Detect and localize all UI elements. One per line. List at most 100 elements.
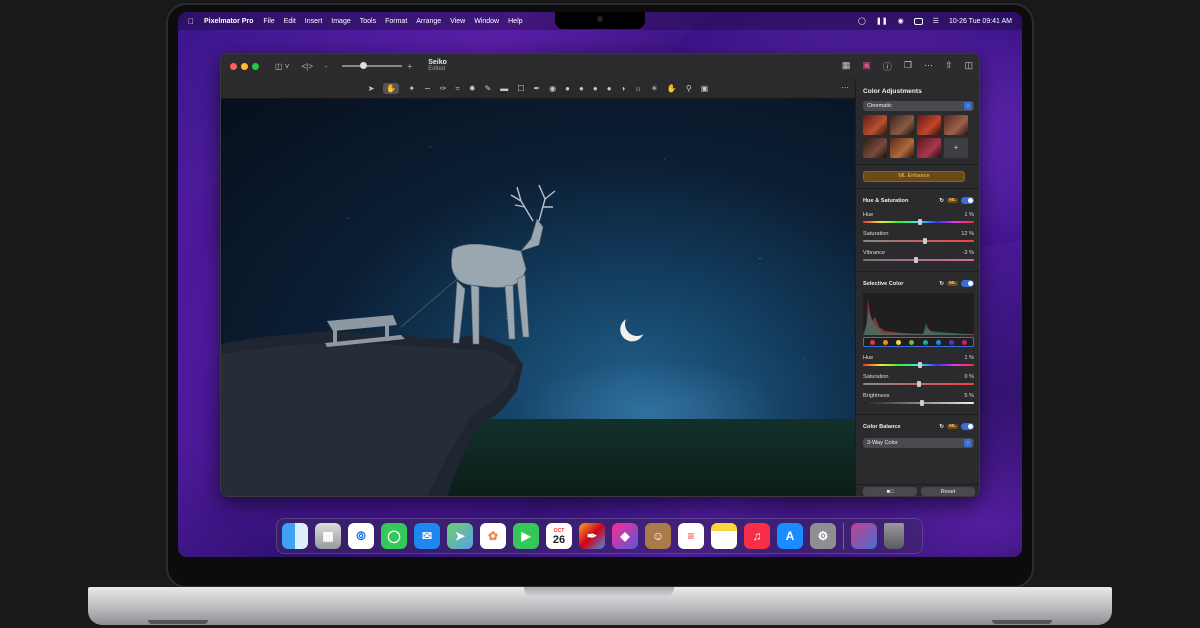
- battery-icon[interactable]: [913, 17, 923, 25]
- compare-toggle-button[interactable]: ■□: [863, 487, 917, 496]
- hue-slider[interactable]: [863, 219, 974, 225]
- compare-icon[interactable]: <|>: [301, 62, 312, 71]
- arrow-tool-icon[interactable]: ➤: [368, 84, 375, 93]
- effects-icon[interactable]: ◉: [549, 84, 556, 93]
- selective-saturation-slider[interactable]: [863, 381, 974, 387]
- downloads-stack-icon[interactable]: [851, 523, 877, 549]
- close-button[interactable]: [230, 62, 237, 70]
- finder-icon[interactable]: [282, 523, 308, 549]
- selective-brightness-slider[interactable]: [863, 400, 974, 406]
- pause-status-icon[interactable]: ❚❚: [876, 17, 888, 25]
- pen-icon[interactable]: ✒: [533, 84, 540, 93]
- slider-value[interactable]: 12 %: [961, 231, 974, 237]
- reset-icon[interactable]: ↻: [939, 424, 944, 430]
- maps-icon[interactable]: ➤: [447, 523, 473, 549]
- share-icon[interactable]: ⇧: [945, 60, 953, 73]
- saturation-slider[interactable]: [863, 238, 974, 244]
- blue-swatch[interactable]: [935, 339, 941, 345]
- preset-thumbnail[interactable]: [917, 115, 941, 135]
- red-swatch[interactable]: [870, 339, 876, 345]
- menu-format[interactable]: Format: [385, 18, 407, 25]
- vibrance-slider[interactable]: [863, 257, 974, 263]
- eyedropper-icon[interactable]: ✎: [485, 84, 492, 93]
- contrast-icon[interactable]: ◑: [621, 84, 626, 93]
- reset-icon[interactable]: ↻: [939, 198, 944, 204]
- magic-select-icon[interactable]: ✦: [408, 84, 415, 93]
- sidebar-right-icon[interactable]: ◫: [964, 60, 973, 73]
- preset-thumbnail[interactable]: [917, 138, 941, 158]
- photos-icon[interactable]: ✿: [480, 523, 506, 549]
- menu-help[interactable]: Help: [508, 18, 522, 25]
- mail-icon[interactable]: ✉: [414, 523, 440, 549]
- brush-icon[interactable]: ✑: [440, 84, 447, 93]
- tool-options-icon[interactable]: ⋯: [841, 83, 849, 92]
- fill-icon[interactable]: ☐: [517, 84, 524, 93]
- slider-thumb[interactable]: [916, 381, 921, 387]
- preset-select[interactable]: Cinematic ↕: [863, 101, 974, 111]
- orange-swatch[interactable]: [883, 339, 889, 345]
- sidebar-toggle-icon[interactable]: ◫ ˅: [275, 62, 289, 71]
- slider-value[interactable]: -3 %: [962, 250, 974, 256]
- trash-icon[interactable]: [884, 523, 904, 549]
- grid-icon[interactable]: ▦: [842, 60, 851, 73]
- paint-icon[interactable]: ∽: [424, 84, 431, 93]
- select-tool-icon[interactable]: ✋: [383, 82, 400, 94]
- color-balance-mode-select[interactable]: 3-Way Color ↕: [863, 438, 974, 448]
- yellow-swatch[interactable]: [896, 339, 902, 345]
- retouch-icon[interactable]: ✹: [469, 84, 476, 93]
- crop-icon[interactable]: ▣: [701, 84, 709, 93]
- slider-value[interactable]: 1 %: [964, 355, 974, 361]
- notes-icon[interactable]: [711, 523, 737, 549]
- launchpad-icon[interactable]: ▦: [315, 523, 341, 549]
- blur-icon[interactable]: ●: [565, 84, 570, 93]
- contacts-icon[interactable]: ☺: [645, 523, 671, 549]
- smudge-icon[interactable]: ≈: [456, 84, 460, 93]
- color-balance-toggle[interactable]: [961, 423, 974, 430]
- zoom-slider-knob[interactable]: [359, 62, 367, 69]
- slider-thumb[interactable]: [917, 219, 922, 225]
- info-icon[interactable]: ⓘ: [883, 60, 892, 73]
- slider-value[interactable]: 5 %: [964, 393, 974, 399]
- exposure-icon[interactable]: ☀: [651, 84, 658, 93]
- reset-button[interactable]: Reset: [921, 487, 975, 496]
- preset-thumbnail[interactable]: [944, 115, 968, 135]
- slider-value[interactable]: 1 %: [964, 212, 974, 218]
- ml-enhance-button[interactable]: ML Enhance: [863, 171, 965, 182]
- messages-icon[interactable]: ◯: [381, 523, 407, 549]
- facetime-icon[interactable]: ▶: [513, 523, 539, 549]
- more-options-icon[interactable]: ⋯: [924, 60, 933, 73]
- hand-icon[interactable]: ✋: [667, 84, 677, 93]
- safari-icon[interactable]: ⦾: [348, 523, 374, 549]
- reminders-icon[interactable]: ≡: [678, 523, 704, 549]
- zoom-icon[interactable]: ⚲: [686, 84, 692, 93]
- music-icon[interactable]: ♫: [744, 523, 770, 549]
- apple-menu-icon[interactable]: : [188, 17, 194, 26]
- ml-badge[interactable]: ML: [947, 198, 958, 203]
- add-preset-button[interactable]: +: [944, 138, 968, 158]
- menu-edit[interactable]: Edit: [284, 18, 296, 25]
- fullscreen-button[interactable]: [252, 62, 259, 70]
- shortcuts-icon[interactable]: ◆: [612, 523, 638, 549]
- menubar-clock[interactable]: 10-26 Tue 09:41 AM: [949, 18, 1012, 25]
- menu-arrange[interactable]: Arrange: [416, 18, 441, 25]
- selective-color-toggle[interactable]: [961, 280, 974, 287]
- gradient-icon[interactable]: ▬: [500, 84, 508, 93]
- lighten-icon[interactable]: ●: [593, 84, 598, 93]
- zoom-slider[interactable]: [341, 62, 402, 69]
- wifi-icon[interactable]: ◉: [898, 17, 904, 25]
- slider-thumb[interactable]: [923, 238, 928, 244]
- image-canvas[interactable]: [221, 99, 855, 496]
- reset-icon[interactable]: ↻: [939, 281, 944, 287]
- slider-value[interactable]: 0 %: [964, 374, 974, 380]
- ml-badge[interactable]: ML: [947, 424, 958, 429]
- color-adjust-icon[interactable]: ▣: [862, 60, 871, 73]
- ml-badge[interactable]: ML: [947, 281, 958, 286]
- pixelmator-icon[interactable]: ✒: [579, 523, 605, 549]
- layers-status-icon[interactable]: ◯: [858, 17, 866, 25]
- system-preferences-icon[interactable]: ⚙: [810, 523, 836, 549]
- selective-hue-slider[interactable]: [863, 362, 974, 368]
- menu-file[interactable]: File: [263, 18, 274, 25]
- sponge-icon[interactable]: ☼: [634, 84, 641, 93]
- magenta-swatch[interactable]: [961, 339, 967, 345]
- menu-image[interactable]: Image: [331, 18, 350, 25]
